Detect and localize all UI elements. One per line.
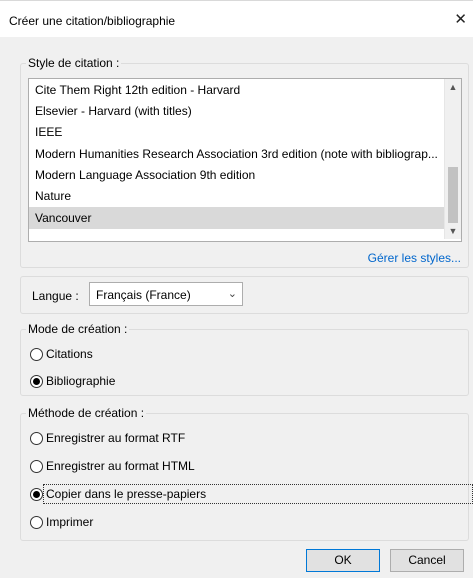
language-label: Langue : [32, 289, 79, 303]
method-option-label: Enregistrer au format RTF [46, 431, 186, 445]
scroll-up-icon[interactable]: ▲ [445, 79, 461, 95]
style-item-elsevier-harvard[interactable]: Elsevier - Harvard (with titles) [29, 100, 445, 122]
radio-rtf[interactable] [30, 432, 43, 445]
radio-citations[interactable] [30, 348, 43, 361]
method-legend: Méthode de création : [28, 406, 145, 420]
chevron-down-icon: ⌄ [227, 288, 237, 300]
style-item-mhra[interactable]: Modern Humanities Research Association 3… [29, 143, 445, 165]
style-item-cite-them-right[interactable]: Cite Them Right 12th edition - Harvard [29, 79, 445, 101]
dialog-title: Créer une citation/bibliographie [9, 14, 176, 28]
language-select[interactable]: Français (France) ⌄ [89, 282, 243, 306]
citation-style-list[interactable]: Cite Them Right 12th edition - Harvard E… [28, 78, 462, 242]
style-list-scrollbar[interactable]: ▲ ▼ [444, 79, 461, 239]
title-bar: Créer une citation/bibliographie ✕ [0, 0, 473, 37]
manage-styles-link[interactable]: Gérer les styles... [368, 251, 461, 265]
method-option-label: Copier dans le presse-papiers [46, 487, 207, 501]
ok-button[interactable]: OK [306, 549, 380, 572]
scroll-thumb[interactable] [448, 167, 458, 223]
citation-style-legend: Style de citation : [28, 56, 120, 70]
language-group [20, 276, 469, 314]
style-item-ieee[interactable]: IEEE [29, 121, 445, 143]
radio-bibliographie[interactable] [30, 375, 43, 388]
close-icon[interactable]: ✕ [454, 10, 467, 28]
radio-clipboard[interactable] [30, 488, 43, 501]
style-item-mla[interactable]: Modern Language Association 9th edition [29, 164, 445, 186]
style-item-vancouver[interactable]: Vancouver [29, 207, 445, 229]
radio-print[interactable] [30, 516, 43, 529]
radio-html[interactable] [30, 460, 43, 473]
mode-option-label: Bibliographie [46, 374, 116, 388]
method-option-label: Imprimer [46, 515, 94, 529]
style-item-nature[interactable]: Nature [29, 185, 445, 207]
mode-legend: Mode de création : [28, 322, 128, 336]
language-select-value: Français (France) [96, 288, 191, 302]
cancel-button[interactable]: Cancel [390, 549, 464, 572]
method-option-label: Enregistrer au format HTML [46, 459, 195, 473]
mode-option-label: Citations [46, 347, 93, 361]
scroll-down-icon[interactable]: ▼ [445, 223, 461, 239]
